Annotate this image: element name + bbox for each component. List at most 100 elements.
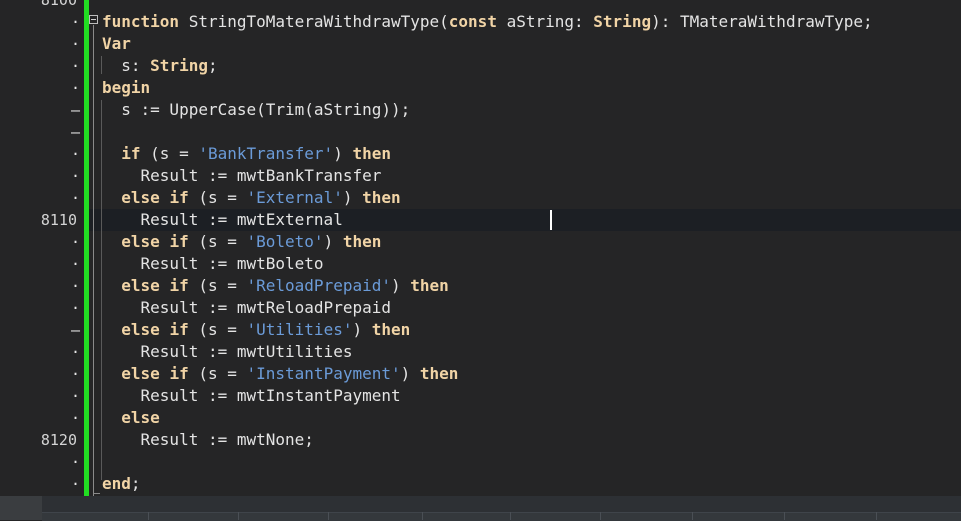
tab-divider: [600, 512, 601, 520]
gutter-line: ·: [0, 297, 80, 319]
code-line: Result := mwtBankTransfer: [102, 165, 382, 187]
keyword-token: const: [448, 12, 497, 31]
code-token: Result := mwtExternal: [102, 210, 343, 229]
code-token: ): TMateraWithdrawType;: [651, 12, 873, 31]
fold-region-line: [93, 25, 94, 496]
tab-divider: [328, 512, 329, 520]
keyword-token: String: [150, 56, 208, 75]
gutter-line: ·: [0, 143, 80, 165]
line-marker: –: [71, 321, 81, 339]
line-marker: ·: [71, 233, 81, 251]
line-marker: ·: [71, 35, 81, 53]
keyword-token: else: [121, 188, 160, 207]
line-marker: ·: [71, 13, 81, 31]
code-line: s: String;: [102, 55, 218, 77]
code-line: function StringToMateraWithdrawType(cons…: [102, 11, 873, 33]
tab-divider: [510, 512, 511, 520]
code-editor[interactable]: 8100 · · · · – – · · · 8110 · · · · – · · · · 8120 · · functio…: [0, 0, 961, 496]
keyword-token: if: [169, 364, 189, 383]
code-token: ): [400, 364, 420, 383]
gutter-line: 8110: [0, 209, 80, 231]
code-line: Result := mwtExternal: [102, 209, 343, 231]
line-marker: ·: [71, 57, 81, 75]
gutter-line: –: [0, 319, 80, 341]
code-token: (s =: [188, 276, 247, 295]
keyword-token: then: [352, 144, 391, 163]
gutter-line: ·: [0, 385, 80, 407]
line-marker: ·: [71, 475, 81, 493]
gutter-line: 8120: [0, 429, 80, 451]
gutter-line: ·: [0, 187, 80, 209]
gutter-line: ·: [0, 33, 80, 55]
code-token: ): [333, 144, 353, 163]
keyword-token: then: [362, 188, 401, 207]
fold-collapse-icon[interactable]: [89, 15, 98, 24]
line-marker: ·: [71, 167, 81, 185]
keyword-token: if: [169, 232, 189, 251]
keyword-token: if: [169, 320, 189, 339]
string-token: 'BankTransfer': [198, 144, 334, 163]
keyword-token: then: [410, 276, 449, 295]
gutter-line: ·: [0, 231, 80, 253]
line-marker: ·: [71, 299, 81, 317]
code-token: (s =: [140, 144, 199, 163]
string-token: 'InstantPayment': [246, 364, 401, 383]
code-line: else if (s = 'External') then: [102, 187, 401, 209]
tab-divider: [238, 512, 239, 520]
code-area[interactable]: function StringToMateraWithdrawType(cons…: [89, 0, 961, 496]
code-token: Result := mwtNone;: [102, 430, 314, 449]
code-token: aString:: [496, 12, 594, 31]
gutter-line: ·: [0, 275, 80, 297]
gutter-line: ·: [0, 253, 80, 275]
line-marker: ·: [71, 145, 81, 163]
code-line: Result := mwtInstantPayment: [102, 385, 401, 407]
line-number-gutter[interactable]: 8100 · · · · – – · · · 8110 · · · · – · · · · 8120 · ·: [0, 0, 84, 496]
keyword-token: end: [102, 474, 131, 493]
string-token: 'Boleto': [246, 232, 324, 251]
keyword-token: if: [169, 276, 189, 295]
keyword-token: else: [121, 364, 160, 383]
code-token: ): [352, 320, 372, 339]
code-token: (s =: [188, 320, 247, 339]
tab-divider: [692, 512, 693, 520]
code-token: s := UpperCase(Trim(aString));: [102, 100, 411, 119]
tab-divider: [876, 512, 877, 520]
line-marker: ·: [71, 255, 81, 273]
code-token: ): [342, 188, 363, 207]
line-marker: –: [71, 123, 81, 141]
fold-region-end: [94, 493, 100, 494]
keyword-token: if: [121, 144, 141, 163]
line-marker: ·: [71, 79, 81, 97]
code-line: Result := mwtNone;: [102, 429, 314, 451]
code-line: else if (s = 'InstantPayment') then: [102, 363, 458, 385]
string-token: 'ReloadPrepaid': [246, 276, 392, 295]
gutter-line: ·: [0, 341, 80, 363]
code-token: ;: [130, 474, 141, 493]
code-token: Result := mwtUtilities: [102, 342, 353, 361]
code-line: else if (s = 'Utilities') then: [102, 319, 410, 341]
code-line: else if (s = 'ReloadPrepaid') then: [102, 275, 449, 297]
tab-divider: [148, 512, 149, 520]
gutter-line: ·: [0, 407, 80, 429]
code-line: else if (s = 'Boleto') then: [102, 231, 381, 253]
text-caret: [550, 210, 552, 230]
code-token: Result := mwtBankTransfer: [102, 166, 382, 185]
code-line: begin: [102, 77, 150, 99]
line-number: 8100: [40, 0, 77, 9]
line-number: 8120: [40, 431, 77, 449]
gutter-line: ·: [0, 363, 80, 385]
keyword-token: else: [121, 276, 160, 295]
line-marker: –: [71, 101, 81, 119]
bottom-tab[interactable]: [0, 496, 42, 520]
code-token: ): [323, 232, 343, 251]
gutter-line: –: [0, 121, 80, 143]
code-token: (s =: [188, 188, 247, 207]
code-token: ;: [207, 56, 218, 75]
